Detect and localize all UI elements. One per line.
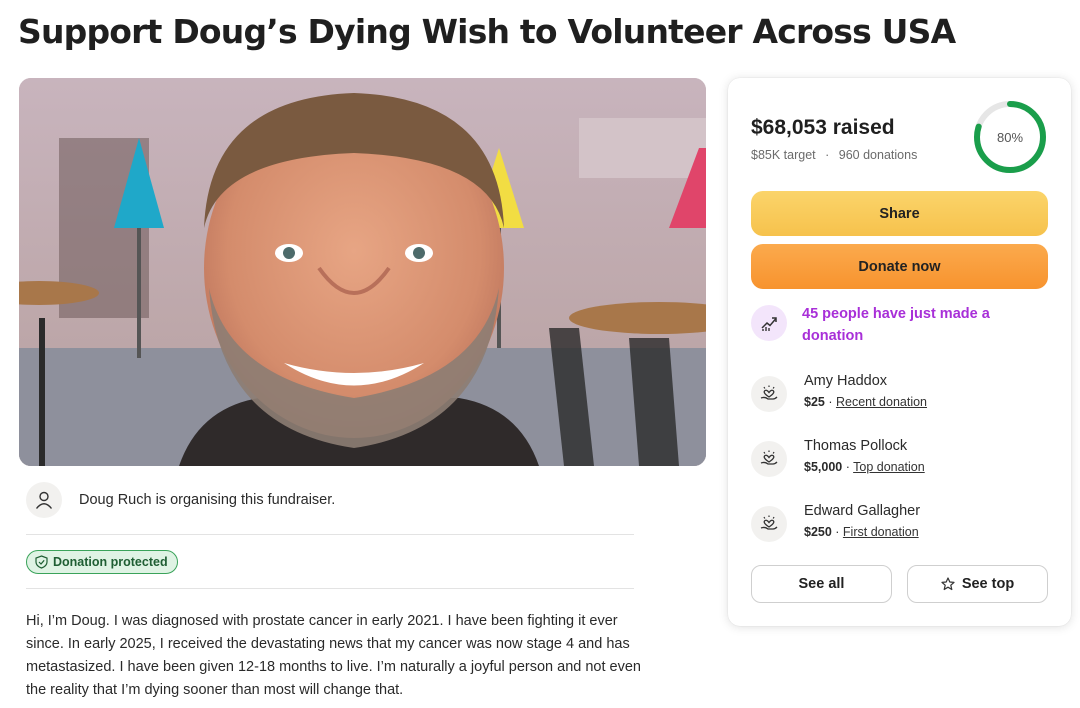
photo-illustration bbox=[19, 78, 706, 466]
progress-percent: 80% bbox=[996, 129, 1024, 145]
recent-activity: 45 people have just made a donation bbox=[751, 305, 1017, 347]
heart-hand-icon bbox=[760, 385, 778, 400]
donor-tag-link[interactable]: Top donation bbox=[853, 460, 925, 474]
heart-hand-icon bbox=[760, 515, 778, 530]
donor-item: Amy Haddox $25 · Recent donation bbox=[751, 373, 927, 412]
donate-now-button[interactable]: Donate now bbox=[751, 244, 1048, 289]
raised-meta: $85K target · 960 donations bbox=[751, 148, 917, 162]
star-icon bbox=[941, 577, 955, 591]
donor-info: Thomas Pollock $5,000 · Top donation bbox=[804, 435, 925, 477]
share-button[interactable]: Share bbox=[751, 191, 1048, 236]
donate-card: $68,053 raised $85K target · 960 donatio… bbox=[728, 78, 1071, 626]
page-title: Support Doug’s Dying Wish to Volunteer A… bbox=[18, 12, 956, 51]
donor-amount: $5,000 bbox=[804, 460, 843, 474]
donor-icon-wrap bbox=[751, 506, 787, 542]
donor-icon-wrap bbox=[751, 376, 787, 412]
meta-separator: · bbox=[825, 148, 830, 162]
donor-info: Edward Gallagher $250 · First donation bbox=[804, 500, 920, 542]
donation-protected-badge[interactable]: Donation protected bbox=[26, 550, 178, 574]
donor-line: $5,000 · Top donation bbox=[804, 457, 925, 477]
see-all-button[interactable]: See all bbox=[751, 565, 892, 603]
donor-name: Thomas Pollock bbox=[804, 438, 908, 454]
trending-up-icon bbox=[761, 317, 777, 331]
donor-line: $250 · First donation bbox=[804, 522, 920, 542]
donor-tag-link[interactable]: Recent donation bbox=[836, 395, 927, 409]
see-top-label: See top bbox=[961, 576, 1015, 592]
story-text: Hi, I’m Doug. I was diagnosed with prost… bbox=[26, 613, 641, 698]
donor-name: Edward Gallagher bbox=[804, 503, 921, 519]
divider bbox=[26, 534, 634, 535]
activity-icon-wrap bbox=[751, 305, 787, 341]
see-top-button[interactable]: See top bbox=[907, 565, 1048, 603]
heart-hand-icon bbox=[760, 450, 778, 465]
see-all-label: See all bbox=[798, 576, 845, 592]
fundraiser-photo bbox=[19, 78, 706, 466]
donor-item: Edward Gallagher $250 · First donation bbox=[751, 503, 920, 542]
activity-text: 45 people have just made a donation bbox=[802, 306, 990, 344]
user-icon bbox=[35, 491, 53, 509]
donor-separator: · bbox=[842, 460, 854, 474]
shield-check-icon bbox=[35, 555, 48, 569]
organiser-text: Doug Ruch is organising this fundraiser. bbox=[79, 492, 336, 508]
donor-line: $25 · Recent donation bbox=[804, 392, 927, 412]
organiser-avatar bbox=[26, 482, 62, 518]
target-amount: $85K target bbox=[751, 148, 816, 162]
donor-tag-link[interactable]: First donation bbox=[843, 525, 919, 539]
divider bbox=[26, 588, 634, 589]
raised-amount: $68,053 raised bbox=[751, 116, 895, 139]
organiser-row: Doug Ruch is organising this fundraiser. bbox=[26, 482, 335, 518]
donor-amount: $250 bbox=[804, 525, 832, 539]
donor-name: Amy Haddox bbox=[804, 373, 888, 389]
badge-label: Donation protected bbox=[53, 555, 168, 569]
donation-count: 960 donations bbox=[838, 148, 918, 162]
donor-info: Amy Haddox $25 · Recent donation bbox=[804, 370, 927, 412]
donor-amount: $25 bbox=[804, 395, 825, 409]
donor-icon-wrap bbox=[751, 441, 787, 477]
donor-item: Thomas Pollock $5,000 · Top donation bbox=[751, 438, 925, 477]
donor-separator: · bbox=[824, 395, 836, 409]
donor-separator: · bbox=[831, 525, 843, 539]
